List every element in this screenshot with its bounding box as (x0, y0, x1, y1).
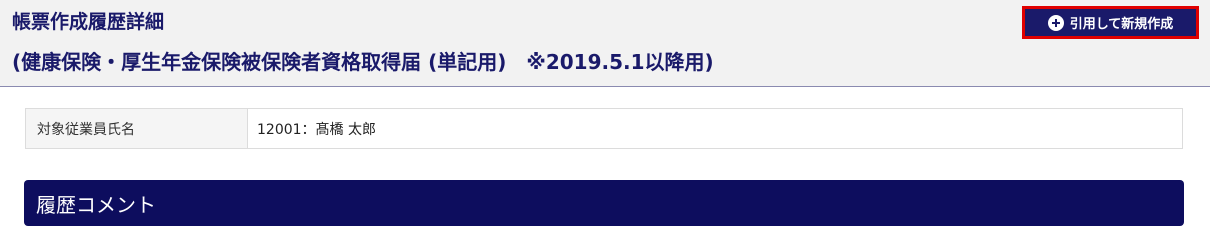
page-title: 帳票作成履歴詳細 (12, 11, 165, 33)
history-comment-header: 履歴コメント (24, 180, 1184, 226)
history-comment-title: 履歴コメント (36, 192, 156, 217)
page-header: 帳票作成履歴詳細 (健康保険・厚生年金保険被保険者資格取得届 (単記用) ※20… (0, 0, 1210, 87)
copy-and-create-label: 引用して新規作成 (1069, 17, 1174, 32)
employee-name-value: 12001：髙橋 太郎 (257, 121, 376, 138)
employee-info-table: 対象従業員氏名 12001：髙橋 太郎 (25, 108, 1183, 149)
copy-and-create-button[interactable]: 引用して新規作成 (1022, 6, 1199, 39)
page-subtitle: (健康保険・厚生年金保険被保険者資格取得届 (単記用) ※2019.5.1以降用… (12, 50, 714, 74)
plus-circle-icon (1047, 14, 1064, 31)
employee-name-label: 対象従業員氏名 (26, 109, 248, 148)
